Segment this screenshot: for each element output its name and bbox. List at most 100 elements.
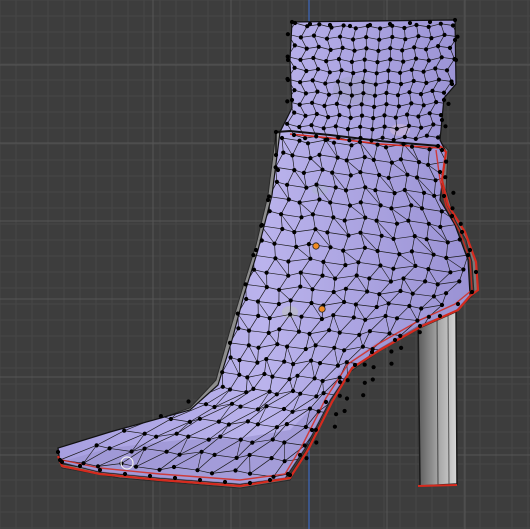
heel[interactable] [417, 307, 458, 487]
mesh-vertex [246, 328, 252, 333]
mesh-vertex [370, 127, 375, 132]
mesh-vertex [335, 79, 341, 84]
mesh-vertex [267, 477, 273, 483]
mesh-vertex [439, 147, 445, 153]
mesh-vertex [450, 206, 455, 211]
mesh-vertex [247, 480, 253, 486]
mesh-vertex [335, 363, 340, 368]
mesh-vertex [299, 314, 304, 319]
mesh-vertex [281, 406, 287, 412]
mesh-vertex [273, 256, 278, 261]
mesh-vertex [433, 178, 438, 183]
mesh-vertex [346, 233, 351, 238]
mesh-vertex [435, 282, 440, 287]
mesh-vertex [218, 434, 223, 439]
mesh-vertex [390, 34, 395, 40]
mesh-vertex [338, 90, 343, 95]
mesh-vertex [187, 419, 192, 424]
mesh-vertex [370, 377, 375, 382]
mesh-vertex [285, 32, 290, 37]
mesh-vertex [417, 330, 422, 335]
3d-viewport[interactable] [0, 0, 530, 529]
mesh-vertex [391, 137, 396, 143]
mesh-vertex [372, 104, 377, 109]
mesh-vertex [379, 233, 384, 238]
origin-point[interactable] [312, 242, 320, 250]
mesh-vertex [449, 213, 455, 219]
mesh-vertex [227, 387, 233, 392]
mesh-vertex [374, 218, 379, 223]
mesh-vertex [347, 23, 353, 29]
mesh-vertex [285, 121, 290, 126]
mesh-vertex [414, 22, 419, 28]
mesh-vertex [364, 35, 369, 40]
mesh-vertex [287, 472, 293, 478]
mesh-vertex [438, 21, 443, 26]
mesh-vertex [275, 342, 280, 347]
mesh-vertex [107, 446, 112, 451]
mesh-vertex [416, 160, 422, 165]
mesh-vertex [234, 455, 239, 460]
mesh-vertex [220, 370, 225, 375]
mesh-vertex [315, 89, 320, 94]
mesh-vertex [398, 157, 403, 162]
mesh-vertex [342, 299, 347, 305]
mesh-vertex [398, 81, 404, 87]
mesh-vertex [421, 103, 426, 108]
mesh-vertex [333, 276, 338, 281]
mesh-vertex [431, 122, 436, 127]
mesh-vertex [413, 136, 418, 141]
mesh-vertex [303, 113, 308, 118]
mesh-vertex [349, 143, 354, 148]
viewport-canvas[interactable] [0, 0, 530, 529]
mesh-vertex [426, 267, 431, 272]
mesh-vertex [95, 464, 101, 469]
mesh-vertex [412, 45, 417, 50]
mesh-vertex [307, 21, 313, 27]
mesh-vertex [333, 185, 338, 190]
mesh-vertex [305, 141, 311, 146]
mesh-vertex [402, 25, 407, 31]
mesh-vertex [419, 306, 424, 311]
mesh-vertex [236, 326, 241, 331]
mesh-vertex [291, 362, 296, 367]
mesh-vertex [406, 123, 411, 128]
mesh-vertex [396, 104, 401, 109]
mesh-vertex [362, 362, 367, 367]
mesh-vertex [310, 287, 315, 292]
origin-point[interactable] [318, 305, 326, 313]
mesh-vertex [388, 46, 393, 51]
mesh-vertex [380, 135, 385, 140]
mesh-vertex [389, 206, 394, 211]
mesh-vertex [245, 375, 250, 380]
mesh-vertex [439, 117, 445, 123]
mesh-vertex [367, 276, 372, 281]
mesh-vertex [303, 91, 308, 96]
mesh-vertex [384, 102, 389, 107]
mesh-vertex [328, 47, 333, 53]
mesh-vertex [469, 289, 475, 295]
mesh-vertex [186, 399, 191, 404]
mesh-vertex [398, 333, 403, 338]
mesh-vertex [353, 26, 358, 31]
mesh-vertex [377, 292, 382, 297]
mesh-vertex [296, 329, 301, 334]
mesh-vertex [337, 393, 342, 398]
mesh-vertex [288, 298, 293, 303]
mesh-vertex [286, 197, 291, 202]
mesh-vertex [303, 346, 308, 352]
mesh-vertex [276, 301, 281, 307]
mesh-vertex [331, 140, 337, 145]
mesh-vertex [326, 115, 331, 120]
mesh-vertex [359, 102, 364, 107]
mesh-vertex [292, 168, 297, 173]
mesh-vertex [342, 218, 347, 223]
mesh-vertex [358, 124, 363, 129]
mesh-vertex [255, 422, 260, 427]
mesh-vertex [457, 279, 462, 284]
mesh-vertex [310, 100, 315, 105]
mesh-vertex [389, 361, 394, 366]
mesh-vertex [233, 468, 238, 473]
mesh-vertex [384, 90, 389, 96]
mesh-vertex [424, 237, 429, 242]
